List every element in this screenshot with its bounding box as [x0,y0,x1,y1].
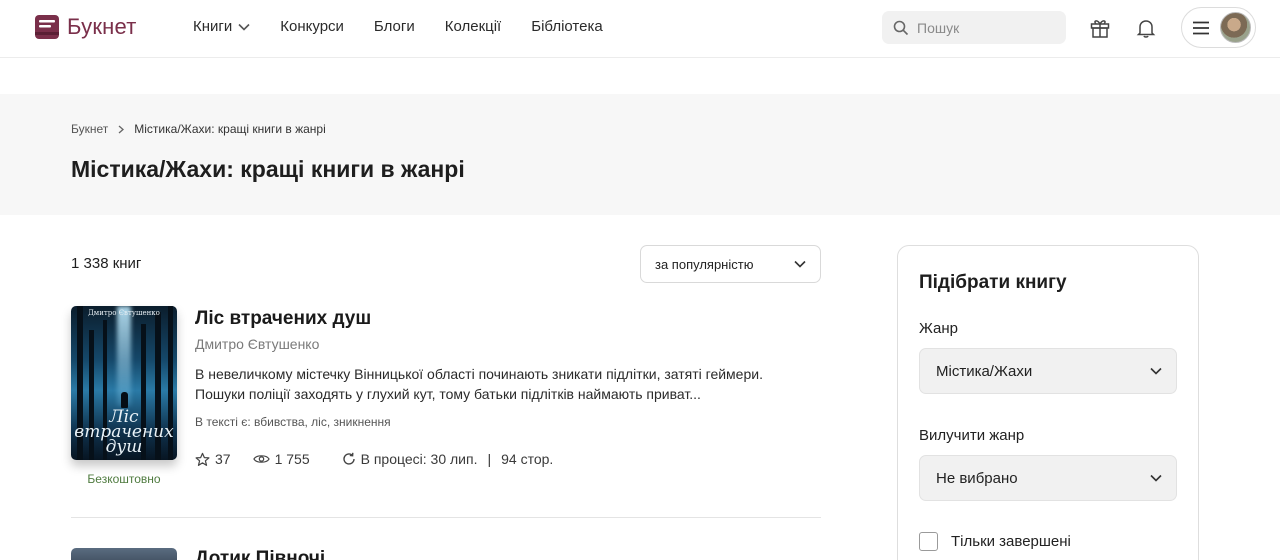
refresh-icon [342,452,355,465]
nav-contests[interactable]: Конкурси [280,18,344,35]
sort-value: за популярністю [655,256,754,272]
nav-contests-label: Конкурси [280,18,344,35]
top-header: Букнет Книги Конкурси Блоги Колекції Біб… [0,0,1280,58]
nav-blogs-label: Блоги [373,18,415,35]
likes-stat: 37 [195,451,231,467]
book-description: В невеличкому містечку Вінницької област… [195,366,763,402]
nav-blogs[interactable]: Блоги [374,18,415,35]
nav-library[interactable]: Бібліотека [531,18,602,35]
book-cover[interactable]: Дмитро Євтушенко Ліс втрачених душ [71,306,177,460]
page-title: Містика/Жахи: кращі книги в жанрі [71,156,465,182]
eye-icon [252,455,270,463]
book-card: Дмитро Євтушенко Ліс втрачених душ Безко… [71,306,821,496]
status-stat: В процесі: 30 лип. [342,451,478,467]
cover-title-text: Ліс втрачених душ [74,407,174,457]
breadcrumb-home[interactable]: Букнет [71,122,108,136]
exclude-genre-select[interactable]: Не вибрано [919,455,1177,501]
nav-collections-label: Колекції [444,18,502,35]
genre-label: Жанр [919,320,958,337]
exclude-genre-label: Вилучити жанр [919,427,1025,444]
completed-only-label: Тільки завершені [951,533,1071,550]
logo-text: Букнет [67,14,137,39]
logo[interactable]: Букнет [33,13,137,41]
sort-dropdown[interactable]: за популярністю [640,245,821,283]
book-stats: 37 1 755 В процесі: 30 лип. | 94 стор. [195,451,553,467]
gift-icon[interactable] [1089,17,1111,39]
nav-books-label: Книги [193,18,233,35]
avatar [1220,12,1251,43]
breadcrumb-current: Містика/Жахи: кращі книги в жанрі [134,122,326,136]
search-input[interactable] [917,19,1057,36]
completed-only-row[interactable]: Тільки завершені [919,532,1071,551]
chevron-down-icon [794,260,806,268]
views-stat: 1 755 [252,451,310,467]
main-nav: Книги Конкурси Блоги Колекції Бібліотека [193,18,603,35]
results-count: 1 338 книг [71,255,142,272]
search-box[interactable] [882,11,1066,44]
list-divider [71,517,821,518]
menu-icon [1193,21,1209,34]
search-icon [893,20,909,35]
page-hero: Букнет Містика/Жахи: кращі книги в жанрі… [0,94,1280,215]
book-logo-icon [35,15,59,39]
bell-icon[interactable] [1135,17,1157,39]
star-icon [195,452,210,466]
filter-panel: Підібрати книгу Жанр Містика/Жахи Вилучи… [897,245,1199,560]
nav-books[interactable]: Книги [193,18,250,35]
book-author-link[interactable]: Дмитро Євтушенко [195,336,319,352]
nav-library-label: Бібліотека [531,18,603,35]
user-menu-button[interactable] [1181,7,1256,48]
cover-light-beam [117,306,131,406]
chevron-right-icon [118,125,125,133]
completed-only-checkbox[interactable] [919,532,938,551]
status-text: В процесі: 30 лип. [360,451,478,467]
pages-count: 94 стор. [501,451,554,467]
chevron-down-icon [1150,474,1162,482]
chevron-down-icon [1150,367,1162,375]
stat-separator: | [487,451,492,467]
exclude-genre-value: Не вибрано [936,469,1018,487]
book-title-link[interactable]: Дотик Півночі [195,548,325,560]
breadcrumb: Букнет Містика/Жахи: кращі книги в жанрі [71,122,326,136]
chevron-down-icon [238,23,250,31]
nav-collections[interactable]: Колекції [445,18,502,35]
book-title-link[interactable]: Ліс втрачених душ [195,308,371,330]
filter-title: Підібрати книгу [919,272,1067,293]
cover-author-text: Дмитро Євтушенко [88,309,160,317]
views-count: 1 755 [274,451,310,467]
likes-count: 37 [215,451,231,467]
genre-select[interactable]: Містика/Жахи [919,348,1177,394]
cover-figure [121,392,128,408]
book-tags: В тексті є: вбивства, ліс, зникнення [195,415,391,429]
genre-select-value: Містика/Жахи [936,362,1033,380]
book-cover[interactable] [71,548,177,560]
price-label: Безкоштовно [87,472,161,486]
